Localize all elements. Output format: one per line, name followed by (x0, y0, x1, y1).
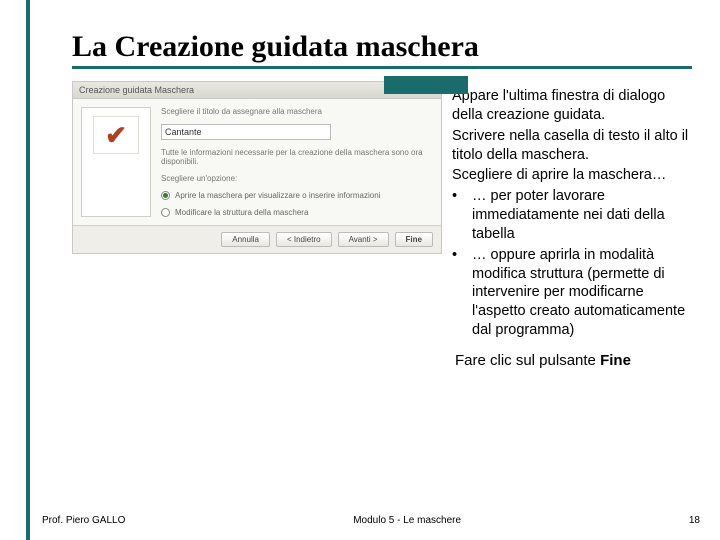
footer: Prof. Piero GALLO Modulo 5 - Le maschere… (34, 515, 720, 526)
check-icon: ✔ (93, 116, 139, 154)
next-button[interactable]: Avanti > (338, 232, 389, 247)
explanation-text: Appare l'ultima finestra di dialogo dell… (452, 81, 700, 342)
para-2: Scrivere nella casella di testo il alto … (452, 127, 694, 165)
title-underline (72, 66, 692, 69)
bullet-1-text: … per poter lavorare immediatamente nei … (472, 187, 694, 244)
dialog-desc1: Tutte le informazioni necessarie per la … (161, 148, 433, 166)
footer-center: Modulo 5 - Le maschere (125, 515, 689, 526)
bullet-1: • … per poter lavorare immediatamente ne… (452, 187, 694, 244)
wizard-dialog: Creazione guidata Maschera ✔ Scegliere i… (72, 81, 442, 254)
back-button[interactable]: < Indietro (276, 232, 332, 247)
radio-icon (161, 208, 170, 217)
dialog-prompt: Scegliere il titolo da assegnare alla ma… (161, 107, 433, 116)
footer-author: Prof. Piero GALLO (42, 515, 125, 526)
para-3: Scegliere di aprire la maschera… (452, 166, 694, 185)
finish-button[interactable]: Fine (395, 232, 433, 247)
radio-modify-form[interactable]: Modificare la struttura della maschera (161, 208, 433, 217)
cancel-button[interactable]: Annulla (221, 232, 270, 247)
bullet-icon: • (452, 187, 464, 244)
radio-icon (161, 191, 170, 200)
para-1: Appare l'ultima finestra di dialogo dell… (452, 87, 694, 125)
slide-title: La Creazione guidata maschera (72, 30, 700, 64)
bullet-2-text: … oppure aprirla in modalità modifica st… (472, 246, 694, 340)
closing-bold: Fine (600, 352, 631, 369)
accent-block (384, 76, 468, 94)
radio-open-label: Aprire la maschera per visualizzare o in… (175, 191, 380, 200)
footer-page: 18 (689, 515, 700, 526)
closing-prefix: Fare clic sul pulsante (455, 352, 600, 369)
dialog-desc2: Scegliere un'opzione: (161, 174, 433, 183)
left-margin-rule (0, 0, 30, 540)
mask-title-input[interactable]: Cantante (161, 124, 331, 140)
bullet-2: • … oppure aprirla in modalità modifica … (452, 246, 694, 340)
radio-open-form[interactable]: Aprire la maschera per visualizzare o in… (161, 191, 433, 200)
bullet-icon: • (452, 246, 464, 340)
closing-line: Fare clic sul pulsante Fine (455, 352, 700, 369)
radio-modify-label: Modificare la struttura della maschera (175, 208, 308, 217)
dialog-icon-panel: ✔ (81, 107, 151, 217)
